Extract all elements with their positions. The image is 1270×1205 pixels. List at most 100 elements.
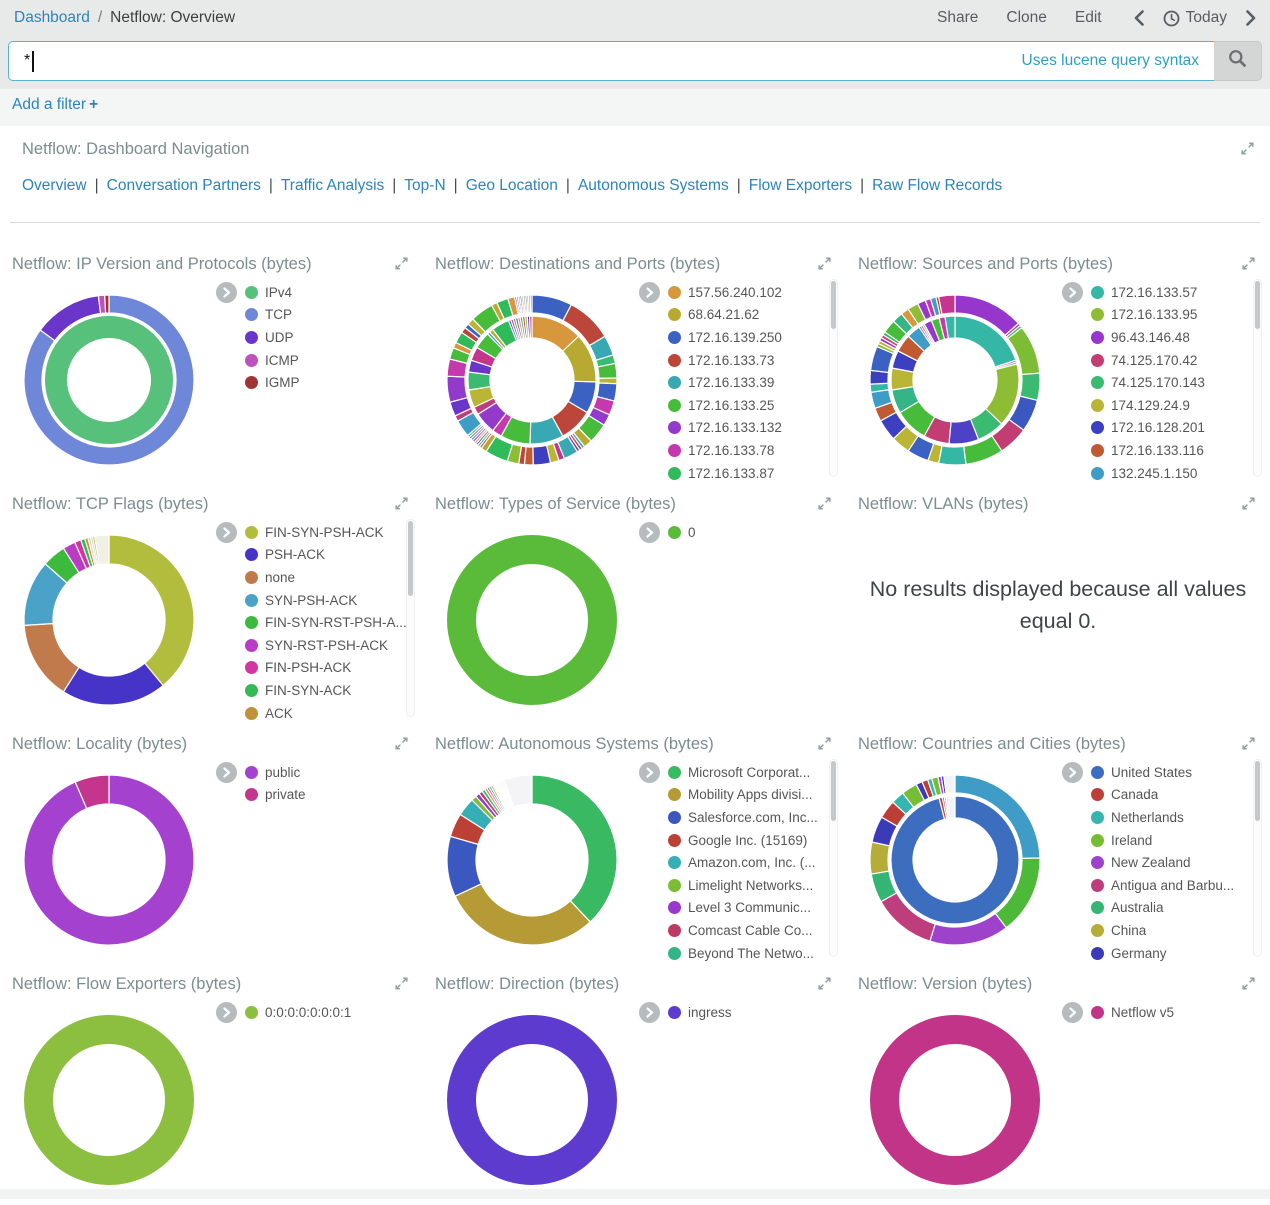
- expand-icon[interactable]: [818, 257, 831, 275]
- legend-item[interactable]: 0: [668, 521, 696, 544]
- nav-link-overview[interactable]: Overview: [22, 177, 87, 194]
- expand-icon[interactable]: [395, 737, 408, 755]
- time-prev-chevron-left-icon[interactable]: [1134, 10, 1144, 26]
- legend-item[interactable]: Netherlands: [1091, 806, 1234, 829]
- donut-slice[interactable]: [109, 535, 194, 685]
- legend-item[interactable]: Ireland: [1091, 829, 1234, 852]
- expand-icon[interactable]: [395, 497, 408, 515]
- legend-item[interactable]: Salesforce.com, Inc...: [668, 806, 818, 829]
- donut-slice[interactable]: [944, 775, 955, 794]
- nav-link-top-n[interactable]: Top-N: [404, 177, 445, 194]
- donut-slice[interactable]: [530, 316, 532, 338]
- legend-item[interactable]: 172.16.128.201: [1091, 417, 1205, 440]
- scrollbar-thumb[interactable]: [831, 761, 836, 821]
- legend-item[interactable]: 68.64.21.62: [668, 304, 782, 327]
- legend-toggle-chevron-icon[interactable]: [216, 1002, 237, 1023]
- edit-button[interactable]: Edit: [1075, 9, 1102, 27]
- legend-item[interactable]: ACK: [245, 702, 407, 725]
- legend-item[interactable]: Australia: [1091, 897, 1234, 920]
- donut-slice[interactable]: [462, 1030, 603, 1171]
- legend-item[interactable]: none: [245, 566, 407, 589]
- donut-slice[interactable]: [885, 1030, 1026, 1171]
- scrollbar-thumb[interactable]: [408, 521, 413, 596]
- donut-slice[interactable]: [462, 550, 603, 691]
- legend-toggle-chevron-icon[interactable]: [639, 1002, 660, 1023]
- legend-toggle-chevron-icon[interactable]: [639, 522, 660, 543]
- legend-item[interactable]: United States: [1091, 761, 1234, 784]
- legend-item[interactable]: 74.125.170.143: [1091, 371, 1205, 394]
- donut-slice[interactable]: [56, 327, 162, 433]
- legend-item[interactable]: FIN-SYN-RST-PSH-A...: [245, 611, 407, 634]
- legend-item[interactable]: 172.16.133.87: [668, 462, 782, 485]
- time-range-button[interactable]: Today: [1163, 9, 1227, 27]
- legend-item[interactable]: ICMP: [245, 349, 300, 372]
- legend-item[interactable]: FIN-SYN-PSH-ACK: [245, 521, 407, 544]
- donut-slice[interactable]: [39, 1030, 180, 1171]
- legend-item[interactable]: IGMP: [245, 371, 300, 394]
- donut-slice[interactable]: [939, 295, 955, 314]
- legend-item[interactable]: public: [245, 761, 306, 784]
- legend-item[interactable]: 0:0:0:0:0:0:0:1: [245, 1001, 351, 1024]
- scrollbar-thumb[interactable]: [1255, 281, 1260, 329]
- legend-item[interactable]: Netflow v5: [1091, 1001, 1174, 1024]
- legend-item[interactable]: Limelight Networks...: [668, 874, 818, 897]
- legend-item[interactable]: SYN-RST-PSH-ACK: [245, 634, 407, 657]
- expand-icon[interactable]: [1242, 737, 1255, 755]
- legend-toggle-chevron-icon[interactable]: [639, 282, 660, 303]
- legend-item[interactable]: Canada: [1091, 784, 1234, 807]
- legend-toggle-chevron-icon[interactable]: [216, 282, 237, 303]
- donut-slice[interactable]: [939, 446, 966, 465]
- legend-item[interactable]: Level 3 Communic...: [668, 897, 818, 920]
- legend-item[interactable]: 172.16.133.57: [1091, 281, 1205, 304]
- donut-slice[interactable]: [105, 295, 109, 313]
- expand-icon[interactable]: [818, 977, 831, 995]
- legend-item[interactable]: Amazon.com, Inc. (...: [668, 851, 818, 874]
- legend-item[interactable]: 172.16.133.25: [668, 394, 782, 417]
- legend-item[interactable]: PSH-ACK: [245, 544, 407, 567]
- nav-link-raw-flow-records[interactable]: Raw Flow Records: [872, 177, 1002, 194]
- legend-item[interactable]: 172.16.133.95: [1091, 304, 1205, 327]
- breadcrumb-dashboard-link[interactable]: Dashboard: [14, 9, 90, 27]
- donut-slice[interactable]: [870, 842, 890, 874]
- expand-icon[interactable]: [818, 737, 831, 755]
- expand-icon[interactable]: [1241, 142, 1254, 160]
- share-button[interactable]: Share: [937, 9, 978, 27]
- legend-item[interactable]: 96.43.146.48: [1091, 326, 1205, 349]
- nav-link-autonomous-systems[interactable]: Autonomous Systems: [578, 177, 729, 194]
- legend-item[interactable]: Mobility Apps divisi...: [668, 784, 818, 807]
- legend-item[interactable]: 172.16.133.116: [1091, 439, 1205, 462]
- legend-item[interactable]: TCP: [245, 304, 300, 327]
- legend-item[interactable]: 172.16.139.250: [668, 326, 782, 349]
- donut-slice[interactable]: [532, 775, 617, 922]
- legend-item[interactable]: Antigua and Barbu...: [1091, 874, 1234, 897]
- legend-item[interactable]: Google Inc. (15169): [668, 829, 818, 852]
- legend-toggle-chevron-icon[interactable]: [1062, 762, 1083, 783]
- legend-toggle-chevron-icon[interactable]: [639, 762, 660, 783]
- nav-link-flow-exporters[interactable]: Flow Exporters: [749, 177, 852, 194]
- search-input[interactable]: * Uses lucene query syntax: [8, 41, 1214, 81]
- legend-item[interactable]: IPv4: [245, 281, 300, 304]
- legend-item[interactable]: UDP: [245, 326, 300, 349]
- donut-slice[interactable]: [447, 376, 467, 402]
- scrollbar-thumb[interactable]: [1255, 761, 1260, 821]
- lucene-syntax-link[interactable]: Uses lucene query syntax: [1022, 52, 1199, 70]
- donut-slice[interactable]: [455, 884, 590, 945]
- legend-item[interactable]: 132.245.1.150: [1091, 462, 1205, 485]
- legend-item[interactable]: FIN-PSH-ACK: [245, 657, 407, 680]
- legend-toggle-chevron-icon[interactable]: [1062, 1002, 1083, 1023]
- nav-link-conversation-partners[interactable]: Conversation Partners: [107, 177, 261, 194]
- legend-item[interactable]: 172.16.133.132: [668, 417, 782, 440]
- legend-item[interactable]: 74.125.170.42: [1091, 349, 1205, 372]
- legend-item[interactable]: Comcast Cable Co...: [668, 919, 818, 942]
- legend-item[interactable]: China: [1091, 919, 1234, 942]
- legend-item[interactable]: 174.129.24.9: [1091, 394, 1205, 417]
- legend-toggle-chevron-icon[interactable]: [216, 762, 237, 783]
- expand-icon[interactable]: [1242, 497, 1255, 515]
- legend-item[interactable]: FIN-SYN-ACK: [245, 679, 407, 702]
- add-filter-button[interactable]: Add a filter+: [12, 96, 98, 113]
- legend-item[interactable]: private: [245, 784, 306, 807]
- clone-button[interactable]: Clone: [1006, 9, 1047, 27]
- legend-item[interactable]: Beyond The Netwo...: [668, 942, 818, 965]
- scrollbar-thumb[interactable]: [831, 281, 836, 329]
- legend-item[interactable]: New Zealand: [1091, 851, 1234, 874]
